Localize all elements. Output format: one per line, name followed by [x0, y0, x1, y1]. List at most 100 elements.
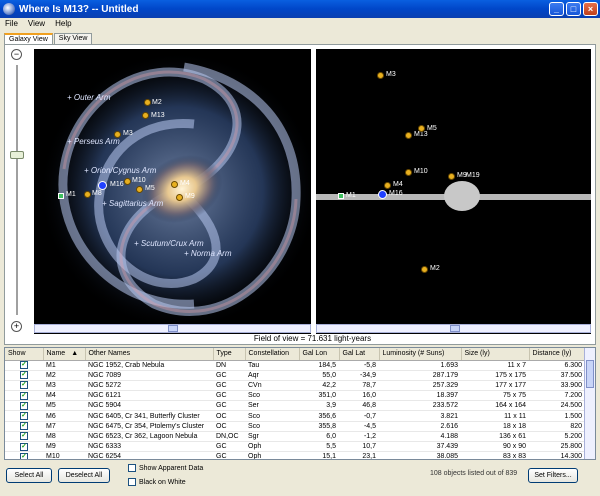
- show-apparent-data-checkbox[interactable]: Show Apparent Data: [128, 464, 203, 472]
- show-checkbox[interactable]: ✓: [20, 381, 28, 390]
- marker-m3[interactable]: [114, 131, 121, 138]
- object-table[interactable]: Show Name ▲ Other Names Type Constellation Gal…: [4, 347, 596, 460]
- cell-dist: 7.200: [529, 390, 585, 402]
- column-header[interactable]: Distance (ly): [529, 348, 586, 361]
- checkbox-box[interactable]: [128, 478, 136, 486]
- column-header[interactable]: Constellation: [245, 348, 300, 361]
- cell-name: M6: [43, 410, 85, 422]
- sky-marker-m3[interactable]: [377, 72, 384, 79]
- column-header[interactable]: Gal Lon: [299, 348, 340, 361]
- sky-marker-m13[interactable]: [405, 132, 412, 139]
- table-vscroll-thumb[interactable]: [586, 360, 594, 388]
- cell-type: GC: [213, 400, 245, 412]
- show-cell: ✓: [5, 410, 43, 422]
- cell-lat: 23,1: [339, 451, 379, 459]
- cell-lat: -34,9: [339, 370, 379, 381]
- cell-name: M9: [43, 441, 85, 453]
- table-row[interactable]: ✓ M4 NGC 6121 GC Sco 351,0 16,0 18.397 75 x 75 7.…: [5, 390, 585, 402]
- cell-size: 164 x 164: [461, 400, 529, 412]
- status-text: 108 objects listed out of 839: [430, 470, 518, 477]
- menu-help[interactable]: Help: [50, 18, 76, 31]
- show-checkbox[interactable]: ✓: [20, 442, 28, 451]
- maximize-button[interactable]: □: [566, 2, 581, 16]
- cell-type: OC: [213, 410, 245, 422]
- show-checkbox[interactable]: ✓: [20, 422, 28, 431]
- column-header-label: Other Names: [88, 350, 131, 358]
- table-row[interactable]: ✓ M1 NGC 1952, Crab Nebula DN Tau 184,5 -5,8 1.…: [5, 360, 585, 371]
- cell-name: M8: [43, 431, 85, 443]
- sky-marker-m2[interactable]: [421, 266, 428, 273]
- close-button[interactable]: ×: [583, 2, 598, 16]
- table-row[interactable]: ✓ M7 NGC 6475, Cr 354, Ptolemy's Cluster OC…: [5, 421, 585, 432]
- galaxy-hscroll-thumb[interactable]: [168, 325, 178, 332]
- black-on-white-checkbox[interactable]: Black on White: [128, 478, 186, 486]
- zoom-slider[interactable]: − +: [8, 49, 30, 339]
- zoom-track[interactable]: [16, 65, 18, 315]
- galaxy-view[interactable]: + Outer Arm + Perseus Arm + Orion/Cygnus…: [34, 49, 311, 334]
- set-filters-button[interactable]: Set Filters...: [528, 468, 578, 483]
- cell-con: Sco: [245, 390, 299, 402]
- table-row[interactable]: ✓ M2 NGC 7089 GC Aqr 55,0 -34,9 287.179 175 x 17…: [5, 370, 585, 381]
- show-checkbox[interactable]: ✓: [20, 401, 28, 410]
- column-header[interactable]: Type: [213, 348, 246, 361]
- marker-m4[interactable]: [171, 181, 178, 188]
- column-header[interactable]: Name ▲: [43, 348, 86, 361]
- column-header[interactable]: Gal Lat: [339, 348, 380, 361]
- marker-m5[interactable]: [136, 186, 143, 193]
- deselect-all-button[interactable]: Deselect All: [58, 468, 110, 483]
- column-header[interactable]: Size (ly): [461, 348, 530, 361]
- sky-marker-m9[interactable]: [448, 173, 455, 180]
- object-grid[interactable]: Show Name ▲ Other Names Type Constellation Gal…: [5, 348, 586, 459]
- marker-m1[interactable]: [58, 193, 64, 199]
- zoom-in-icon[interactable]: +: [11, 321, 22, 332]
- marker-label: M3: [386, 71, 396, 78]
- marker-m8[interactable]: [84, 191, 91, 198]
- menu-file[interactable]: File: [0, 18, 23, 31]
- marker-m9[interactable]: [176, 194, 183, 201]
- sky-marker-m5[interactable]: [418, 125, 425, 132]
- marker-label: M5: [145, 185, 155, 192]
- cell-lum: 1.693: [379, 360, 461, 371]
- cell-con: Sco: [245, 410, 299, 422]
- column-header[interactable]: Other Names: [85, 348, 214, 361]
- marker-m13[interactable]: [142, 112, 149, 119]
- show-checkbox[interactable]: ✓: [20, 452, 28, 459]
- cell-type: GC: [213, 451, 245, 459]
- sky-view[interactable]: M3 M13 M5 M10 M9 M19 M4 M1 M16 M2: [316, 49, 591, 334]
- show-checkbox[interactable]: ✓: [20, 391, 28, 400]
- table-row[interactable]: ✓ M8 NGC 6523, Cr 362, Lagoon Nebula DN,OC S…: [5, 431, 585, 443]
- marker-label: M1: [66, 191, 76, 198]
- zoom-thumb[interactable]: [10, 151, 24, 159]
- table-row[interactable]: ✓ M10 NGC 6254 GC Oph 15,1 23,1 38.085 83 x 83 14…: [5, 451, 585, 459]
- sky-marker-m10[interactable]: [405, 169, 412, 176]
- show-checkbox[interactable]: ✓: [20, 412, 28, 421]
- table-row[interactable]: ✓ M5 NGC 5904 GC Ser 3,9 46,8 233.572 164 x 164 2…: [5, 400, 585, 412]
- show-checkbox[interactable]: ✓: [20, 371, 28, 380]
- show-checkbox[interactable]: ✓: [20, 361, 28, 370]
- show-checkbox[interactable]: ✓: [20, 432, 28, 441]
- sky-hscroll[interactable]: [316, 324, 591, 333]
- table-row[interactable]: ✓ M3 NGC 5272 GC CVn 42,2 78,7 257.329 177 x 177…: [5, 380, 585, 392]
- zoom-out-icon[interactable]: −: [11, 49, 22, 60]
- cell-dist: 820: [529, 421, 585, 432]
- cell-lat: 46,8: [339, 400, 379, 412]
- sky-marker-m4[interactable]: [384, 182, 391, 189]
- column-header[interactable]: Luminosity (# Suns): [379, 348, 462, 361]
- column-header[interactable]: Show: [5, 348, 44, 361]
- marker-m10[interactable]: [124, 178, 131, 185]
- perseus-arm-label: + Perseus Arm: [67, 137, 120, 146]
- cell-con: Ser: [245, 400, 299, 412]
- cell-lon: 355,8: [299, 421, 339, 432]
- marker-m2[interactable]: [144, 99, 151, 106]
- minimize-button[interactable]: _: [549, 2, 564, 16]
- select-all-button[interactable]: Select All: [6, 468, 52, 483]
- sky-marker-m1[interactable]: [338, 193, 344, 199]
- menu-view[interactable]: View: [23, 18, 50, 31]
- table-row[interactable]: ✓ M9 NGC 6333 GC Oph 5,5 10,7 37.439 90 x 90 25.8…: [5, 441, 585, 453]
- checkbox-box[interactable]: [128, 464, 136, 472]
- table-vscroll[interactable]: [584, 348, 595, 459]
- cell-type: DN,OC: [213, 431, 245, 443]
- sky-hscroll-thumb[interactable]: [450, 325, 460, 332]
- table-row[interactable]: ✓ M6 NGC 6405, Cr 341, Butterfly Cluster OC…: [5, 410, 585, 422]
- galaxy-hscroll[interactable]: [34, 324, 311, 333]
